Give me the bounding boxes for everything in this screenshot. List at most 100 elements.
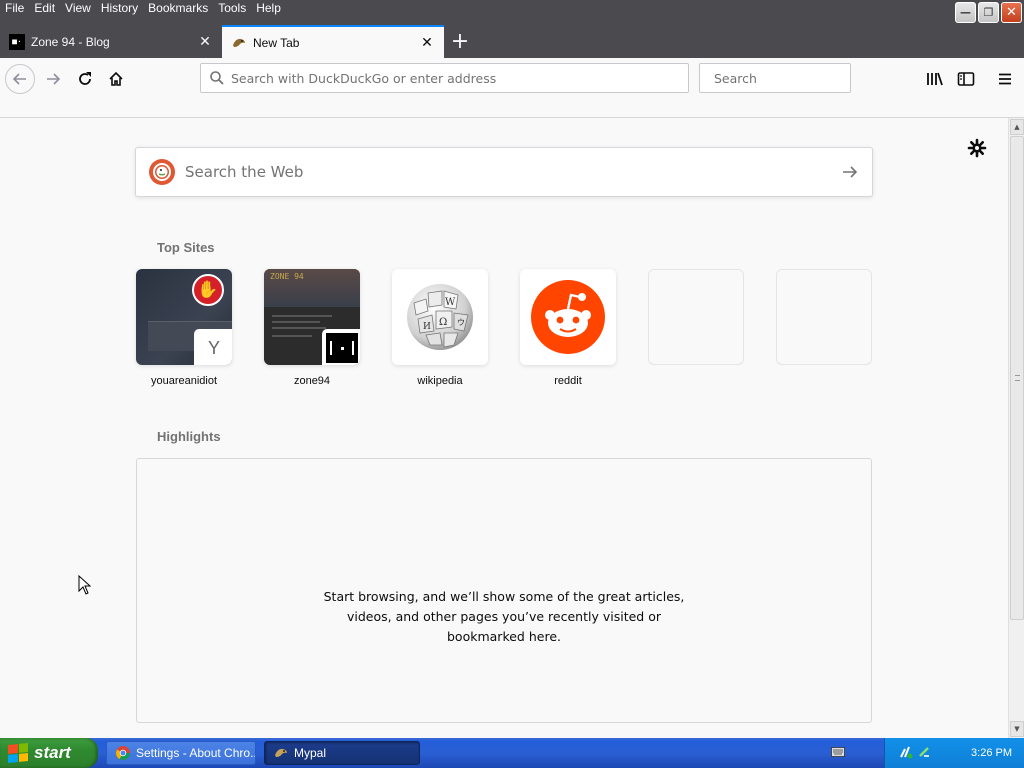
home-button[interactable] — [101, 64, 131, 94]
arrow-right-icon — [47, 73, 61, 85]
caret-up-icon: ▲ — [1014, 123, 1020, 131]
svg-text:Ω: Ω — [439, 317, 447, 328]
tab-label: New Tab — [253, 35, 300, 50]
customize-button[interactable] — [967, 138, 987, 158]
top-site-label: reddit — [554, 375, 582, 387]
highlights-message-line: bookmarked here. — [447, 629, 561, 644]
svg-text:W: W — [445, 297, 456, 308]
minimize-icon: — — [960, 6, 971, 19]
home-icon — [109, 71, 123, 86]
gear-icon — [967, 138, 987, 158]
scroll-down-button[interactable]: ▼ — [1010, 721, 1024, 737]
zone94-favicon-icon — [322, 329, 360, 365]
tab-strip: ■· Zone 94 - Blog ✕ New Tab ✕ + — [0, 25, 1024, 58]
arrow-left-icon — [12, 73, 26, 85]
highlights-message-line: Start browsing, and we’ll show some of t… — [323, 589, 685, 604]
search-input[interactable] — [714, 70, 870, 86]
windows-logo-icon — [8, 742, 28, 764]
menu-help[interactable]: Help — [251, 1, 286, 16]
taskbar-item-label: Mypal — [294, 746, 327, 760]
zone94-favicon-icon: ■· — [9, 33, 25, 50]
top-site-empty[interactable] — [648, 269, 744, 365]
close-window-button[interactable]: ✕ — [1001, 2, 1022, 23]
svg-text:ウ: ウ — [457, 318, 465, 327]
top-site-wikipedia[interactable]: W Ω И ウ — [392, 269, 488, 365]
wikipedia-globe-icon: W Ω И ウ — [407, 284, 473, 350]
arrow-right-icon — [843, 166, 858, 178]
taskbar: start Settings - About Chro... Mypal 3:2… — [0, 738, 1024, 768]
search-submit-button[interactable] — [828, 148, 872, 196]
restore-icon: ❐ — [983, 6, 994, 19]
restore-button[interactable]: ❐ — [978, 2, 999, 23]
duckduckgo-logo-icon — [149, 159, 175, 185]
top-sites-heading: Top Sites — [157, 240, 215, 255]
top-site-zone94[interactable]: ZONE 94 — [264, 269, 360, 365]
close-icon: ✕ — [1006, 5, 1017, 20]
menu-bookmarks[interactable]: Bookmarks — [143, 1, 213, 16]
menu-view[interactable]: View — [60, 1, 96, 16]
library-icon — [927, 72, 943, 86]
start-label: start — [34, 743, 71, 762]
search-icon — [210, 71, 224, 85]
back-button[interactable] — [5, 64, 35, 94]
taskbar-item-label: Settings - About Chro... — [136, 746, 256, 760]
top-site-label: youareanidiot — [150, 375, 218, 387]
menu-history[interactable]: History — [96, 1, 143, 16]
reddit-logo-icon — [531, 280, 605, 354]
stop-hand-icon: ✋ — [192, 274, 224, 306]
top-site-youareanidiot[interactable]: ✋ Y — [136, 269, 232, 365]
scrollbar-thumb[interactable] — [1010, 136, 1024, 620]
system-tray: 3:26 PM — [831, 738, 1024, 768]
top-site-label: wikipedia — [417, 375, 463, 387]
menu-bar: File Edit View History Bookmarks Tools H… — [0, 0, 1024, 25]
hamburger-menu-icon — [999, 73, 1011, 85]
mypal-icon — [273, 745, 289, 761]
new-tab-button[interactable]: + — [444, 25, 476, 58]
menu-tools[interactable]: Tools — [213, 1, 251, 16]
taskbar-item-mypal[interactable]: Mypal — [264, 741, 420, 765]
address-bar — [200, 63, 689, 93]
safely-remove-icon[interactable] — [917, 745, 931, 762]
mouse-cursor-icon — [78, 575, 92, 595]
scroll-up-button[interactable]: ▲ — [1010, 119, 1024, 135]
new-tab-page: Top Sites ✋ Y youareanidiot ZONE 94 zone… — [0, 118, 1008, 738]
tab-label: Zone 94 - Blog — [31, 34, 110, 49]
highlights-empty-message: Start browsing, and we’ll show some of t… — [137, 587, 871, 647]
vertical-scrollbar[interactable]: ▲ ▼ — [1008, 118, 1024, 738]
minimize-button[interactable]: — — [955, 2, 976, 23]
top-site-label: zone94 — [293, 375, 331, 387]
clock[interactable]: 3:26 PM — [971, 747, 1012, 759]
sidebar-icon — [957, 72, 975, 86]
top-site-empty[interactable] — [776, 269, 872, 365]
url-input[interactable] — [231, 70, 688, 86]
menu-button[interactable] — [994, 68, 1016, 90]
navigation-toolbar — [0, 58, 1024, 118]
tab-close-icon[interactable]: ✕ — [197, 33, 213, 50]
keyboard-icon[interactable] — [831, 746, 845, 758]
forward-button[interactable] — [38, 64, 68, 94]
menu-file[interactable]: File — [0, 1, 29, 16]
plus-icon: + — [450, 29, 470, 54]
svg-text:И: И — [423, 322, 431, 332]
taskbar-item-settings[interactable]: Settings - About Chro... — [106, 741, 256, 765]
web-search-input[interactable] — [185, 163, 828, 181]
network-icon[interactable] — [899, 745, 913, 762]
library-button[interactable] — [924, 68, 946, 90]
web-search-box — [135, 147, 873, 197]
reload-button[interactable] — [70, 64, 100, 94]
tab-close-icon[interactable]: ✕ — [419, 34, 435, 51]
top-site-reddit[interactable] — [520, 269, 616, 365]
reload-icon — [79, 72, 91, 85]
chrome-icon — [115, 745, 131, 761]
sidebar-toggle-button[interactable] — [955, 68, 977, 90]
site-badge: Y — [194, 329, 232, 365]
tab-new-tab[interactable]: New Tab ✕ — [222, 25, 444, 58]
caret-down-icon: ▼ — [1014, 725, 1020, 733]
start-button[interactable]: start — [0, 738, 98, 768]
highlights-heading: Highlights — [157, 429, 221, 444]
tab-zone94-blog[interactable]: ■· Zone 94 - Blog ✕ — [0, 25, 222, 58]
menu-edit[interactable]: Edit — [29, 1, 60, 16]
mypal-favicon-icon — [231, 35, 247, 51]
highlights-message-line: videos, and other pages you’ve recently … — [346, 609, 661, 624]
search-bar — [699, 63, 870, 93]
